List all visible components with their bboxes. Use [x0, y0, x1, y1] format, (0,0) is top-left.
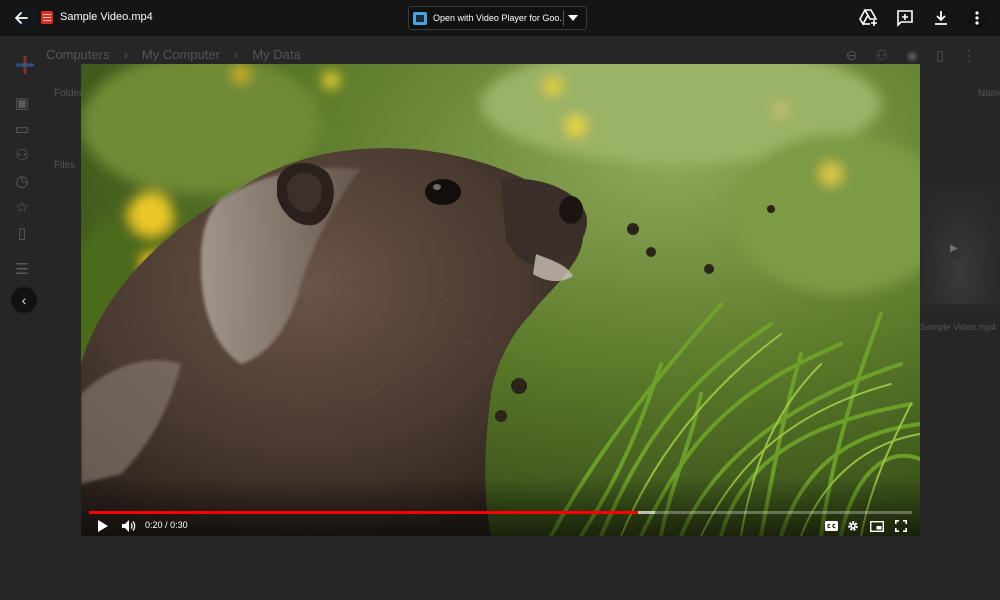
played-bar	[89, 511, 638, 514]
add-to-drive-button[interactable]	[858, 8, 880, 28]
add-comment-button[interactable]	[894, 8, 916, 28]
link-icon[interactable]: ⊖	[846, 47, 858, 64]
sidebar-item-starred[interactable]: ☆	[0, 194, 44, 220]
captions-button[interactable]	[821, 516, 841, 536]
my-drive-icon: ▣	[14, 95, 30, 112]
breadcrumb-computers[interactable]: Computers	[46, 47, 110, 62]
video-player[interactable]: 0:20 / 0:30	[81, 64, 920, 536]
gear-icon	[848, 521, 858, 531]
volume-icon	[122, 520, 136, 532]
chevron-left-icon: ‹	[21, 292, 27, 308]
viewer-topbar: Sample Video.mp4 Open with Video Player …	[0, 0, 1000, 36]
collapse-button[interactable]: ‹	[11, 287, 37, 313]
files-label: Files	[54, 160, 76, 171]
clock-icon: ◷	[15, 173, 29, 190]
sidebar-item-recent[interactable]: ◷	[0, 168, 44, 194]
trash-icon: ▯	[17, 225, 27, 242]
video-frame	[81, 64, 920, 536]
name-sort-label[interactable]: Name	[978, 88, 1000, 99]
add-comment-icon	[897, 10, 913, 27]
open-with-button[interactable]: Open with Video Player for Goo...	[408, 6, 587, 30]
breadcrumb-my-data[interactable]: My Data	[252, 47, 300, 62]
play-button[interactable]	[93, 516, 113, 536]
miniplayer-button[interactable]	[866, 516, 888, 536]
delete-icon[interactable]: ▯	[936, 47, 944, 64]
video-player-app-icon	[413, 11, 427, 25]
plus-icon	[16, 56, 34, 74]
arrow-left-icon	[15, 12, 28, 24]
viewer-actions	[858, 8, 988, 28]
progress-bar[interactable]	[89, 511, 912, 514]
control-bar: 0:20 / 0:30	[81, 516, 920, 536]
share-icon[interactable]: ⚇	[876, 47, 889, 64]
fullscreen-button[interactable]	[890, 516, 912, 536]
duration: 0:30	[170, 520, 188, 530]
new-button[interactable]	[12, 52, 38, 78]
volume-button[interactable]	[119, 516, 139, 536]
download-icon	[935, 11, 947, 25]
computer-icon: ▭	[14, 121, 30, 138]
open-with-dropdown[interactable]	[564, 15, 582, 21]
back-button[interactable]	[10, 7, 32, 29]
sidebar-item-storage[interactable]: ☰	[0, 256, 44, 282]
thumbnail-filename: Sample Video.mp4	[920, 322, 996, 332]
breadcrumb-separator: ›	[233, 47, 239, 62]
cc-icon	[824, 521, 838, 531]
caret-down-icon	[568, 15, 578, 21]
video-file-icon	[41, 11, 53, 24]
sidebar-item-trash[interactable]: ▯	[0, 220, 44, 246]
file-thumbnail[interactable]: ▶	[920, 186, 1000, 310]
time-display: 0:20 / 0:30	[145, 520, 188, 530]
people-icon: ⚇	[15, 147, 29, 164]
download-button[interactable]	[930, 8, 952, 28]
more-button[interactable]	[966, 8, 988, 28]
fullscreen-icon	[895, 520, 907, 532]
miniplayer-icon	[870, 520, 884, 532]
star-icon: ☆	[15, 199, 29, 216]
drive-actions: ⊖ ⚇ ◉ ▯ ⋮	[846, 47, 976, 64]
list-icon: ☰	[15, 261, 29, 278]
add-to-drive-icon	[859, 9, 878, 26]
sidebar-nav: ▣ ▭ ⚇ ◷ ☆ ▯ ☰	[0, 90, 44, 282]
file-title: Sample Video.mp4	[60, 11, 153, 23]
more-vert-icon	[967, 8, 987, 28]
open-with-label: Open with Video Player for Goo...	[433, 13, 561, 23]
sidebar-item-computers[interactable]: ▭	[0, 116, 44, 142]
sidebar-item-shared[interactable]: ⚇	[0, 142, 44, 168]
preview-icon[interactable]: ◉	[906, 47, 918, 64]
current-time: 0:20	[145, 520, 163, 530]
breadcrumb: Computers › My Computer › My Data	[46, 47, 301, 62]
play-icon	[98, 520, 108, 532]
more-icon[interactable]: ⋮	[962, 47, 976, 64]
breadcrumb-my-computer[interactable]: My Computer	[142, 47, 220, 62]
settings-button[interactable]	[843, 516, 863, 536]
play-icon: ▶	[942, 236, 966, 260]
sidebar-item-my-drive[interactable]: ▣	[0, 90, 44, 116]
breadcrumb-separator: ›	[123, 47, 128, 62]
